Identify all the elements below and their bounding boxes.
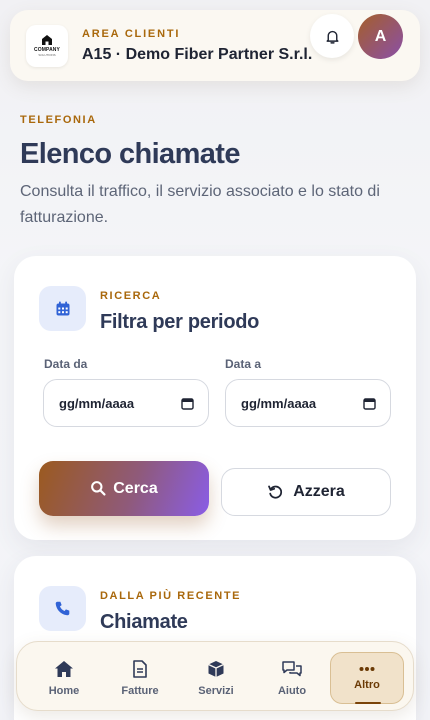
date-to-value: gg/mm/aaaa xyxy=(241,395,317,411)
nav-item-home[interactable]: Home xyxy=(29,652,99,704)
search-icon xyxy=(91,481,106,496)
filter-card: RICERCA Filtra per periodo Data da gg/mm… xyxy=(14,256,416,540)
calendar-icon xyxy=(56,301,69,315)
more-icon xyxy=(359,666,375,671)
page-intro: TELEFONIA Elenco chiamate Consulta il tr… xyxy=(20,114,420,231)
bell-icon xyxy=(325,30,339,44)
user-avatar[interactable]: A xyxy=(358,14,403,59)
nav-item-label: Servizi xyxy=(198,684,234,697)
chat-icon xyxy=(282,660,302,676)
logo-subtext: SOLUTIONS xyxy=(38,53,56,57)
active-indicator xyxy=(355,702,381,704)
notifications-button[interactable] xyxy=(310,14,354,58)
page-description: Consulta il traffico, il servizio associ… xyxy=(20,183,380,226)
date-from-label: Data da xyxy=(44,357,88,371)
phone-icon-box xyxy=(39,586,86,631)
phone-icon xyxy=(55,601,70,616)
home-icon xyxy=(55,660,73,677)
box-icon xyxy=(208,660,224,677)
section-eyebrow: TELEFONIA xyxy=(20,114,97,126)
nav-item-aiuto[interactable]: Aiuto xyxy=(257,652,327,704)
calendar-icon-box xyxy=(39,286,86,331)
avatar-initial: A xyxy=(374,27,387,45)
app-header: COMPANY SOLUTIONS AREA CLIENTI A15 · Dem… xyxy=(10,10,420,81)
reset-button-label: Azzera xyxy=(293,483,345,500)
date-to-label: Data a xyxy=(225,357,262,371)
filter-title: Filtra per periodo xyxy=(100,311,260,333)
date-from-input[interactable]: gg/mm/aaaa xyxy=(43,379,209,427)
building-icon xyxy=(42,35,52,45)
date-to-input[interactable]: gg/mm/aaaa xyxy=(225,379,391,427)
nav-item-label: Aiuto xyxy=(277,684,307,697)
invoice-icon xyxy=(133,659,147,678)
filter-eyebrow: RICERCA xyxy=(100,290,162,302)
nav-item-label: Home xyxy=(48,684,80,697)
nav-item-servizi[interactable]: Servizi xyxy=(181,652,251,704)
page-title: Elenco chiamate xyxy=(20,138,240,170)
reset-button[interactable]: Azzera xyxy=(221,468,391,516)
reset-icon xyxy=(268,485,283,499)
nav-item-label: Fatture xyxy=(121,684,159,697)
nav-item-fatture[interactable]: Fatture xyxy=(105,652,175,704)
calls-title: Chiamate xyxy=(100,611,188,633)
nav-item-label: Altro xyxy=(354,678,380,691)
calls-eyebrow: DALLA PIÙ RECENTE xyxy=(100,590,242,602)
calendar-picker-icon[interactable] xyxy=(181,397,194,410)
calendar-picker-icon[interactable] xyxy=(363,397,376,410)
company-name: A15 · Demo Fiber Partner S.r.l. xyxy=(82,45,313,63)
nav-item-altro[interactable]: Altro xyxy=(330,652,404,704)
header-eyebrow: AREA CLIENTI xyxy=(82,27,181,40)
bottom-nav: Home Fatture Servizi Aiuto Altro xyxy=(16,641,414,711)
search-button-label: Cerca xyxy=(113,479,158,497)
search-button[interactable]: Cerca xyxy=(39,461,209,516)
date-from-value: gg/mm/aaaa xyxy=(59,395,135,411)
company-logo: COMPANY SOLUTIONS xyxy=(26,24,68,67)
